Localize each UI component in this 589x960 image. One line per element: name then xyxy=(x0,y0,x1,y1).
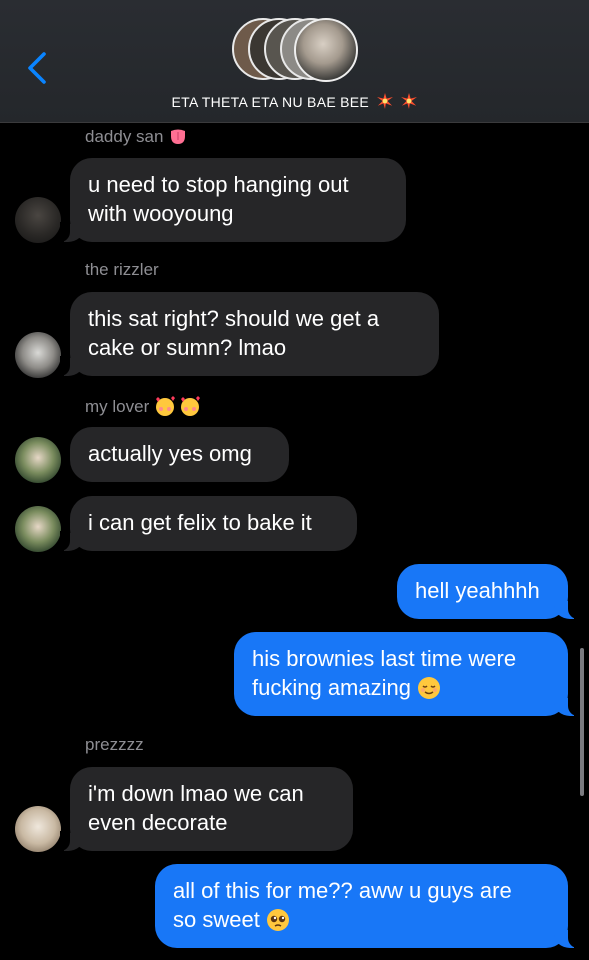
group-title[interactable]: ETA THETA ETA NU BAE BEE xyxy=(0,93,589,110)
smiling-hearts-emoji-icon xyxy=(180,396,200,416)
message-text: with wooyoung xyxy=(88,201,234,226)
smiling-hearts-emoji-icon xyxy=(155,396,175,416)
message-text: his brownies last time were xyxy=(252,646,517,671)
sender-name: daddy san xyxy=(85,126,188,147)
group-title-text: ETA THETA ETA NU BAE BEE xyxy=(171,94,370,110)
message-text: even decorate xyxy=(88,810,228,835)
sender-avatar[interactable] xyxy=(15,197,61,243)
message-bubble-outgoing[interactable]: hell yeahhhh xyxy=(397,564,578,619)
sender-name: my lover xyxy=(85,395,201,417)
message-bubble-incoming[interactable]: u need to stop hanging out with wooyoung xyxy=(60,158,406,242)
message-text: fucking amazing xyxy=(252,675,411,700)
message-text: cake or sumn? lmao xyxy=(88,335,287,360)
sparkle-burst-icon xyxy=(377,93,394,109)
message-text: actually yes omg xyxy=(88,441,252,466)
sender-name: the rizzler xyxy=(85,260,159,279)
sender-avatar[interactable] xyxy=(15,806,61,852)
message-bubble-incoming[interactable]: i'm down lmao we can even decorate xyxy=(60,767,353,851)
message-bubble-outgoing[interactable]: his brownies last time were fucking amaz… xyxy=(234,632,578,716)
relieved-emoji-icon xyxy=(418,677,441,699)
message-bubble-outgoing[interactable]: all of this for me?? aww u guys are so s… xyxy=(155,864,578,948)
message-text: hell yeahhhh xyxy=(415,578,540,603)
message-bubble-incoming[interactable]: this sat right? should we get a cake or … xyxy=(60,292,439,376)
chat-header: ETA THETA ETA NU BAE BEE xyxy=(0,0,589,123)
message-text: u need to stop hanging out xyxy=(88,172,349,197)
message-bubble-incoming[interactable]: i can get felix to bake it xyxy=(60,496,357,551)
group-avatar xyxy=(294,18,358,82)
tongue-emoji-icon xyxy=(171,129,186,144)
pleading-emoji-icon xyxy=(266,909,289,931)
message-text: all of this for me?? aww u guys are xyxy=(173,878,512,903)
message-text: i'm down lmao we can xyxy=(88,781,304,806)
message-text: i can get felix to bake it xyxy=(88,510,312,535)
sender-avatar[interactable] xyxy=(15,332,61,378)
sender-avatar[interactable] xyxy=(15,437,61,483)
message-text: so sweet xyxy=(173,907,260,932)
sender-name: prezzzz xyxy=(85,735,144,754)
sparkle-burst-icon xyxy=(401,93,418,109)
sender-avatar[interactable] xyxy=(15,506,61,552)
sender-name-text: daddy san xyxy=(85,127,164,146)
scrollbar[interactable] xyxy=(580,648,584,796)
group-avatars[interactable] xyxy=(232,18,362,84)
sender-name-text: my lover xyxy=(85,397,150,416)
message-text: this sat right? should we get a xyxy=(88,306,380,331)
message-bubble-incoming[interactable]: actually yes omg xyxy=(70,427,289,482)
back-chevron-icon[interactable] xyxy=(20,48,54,88)
